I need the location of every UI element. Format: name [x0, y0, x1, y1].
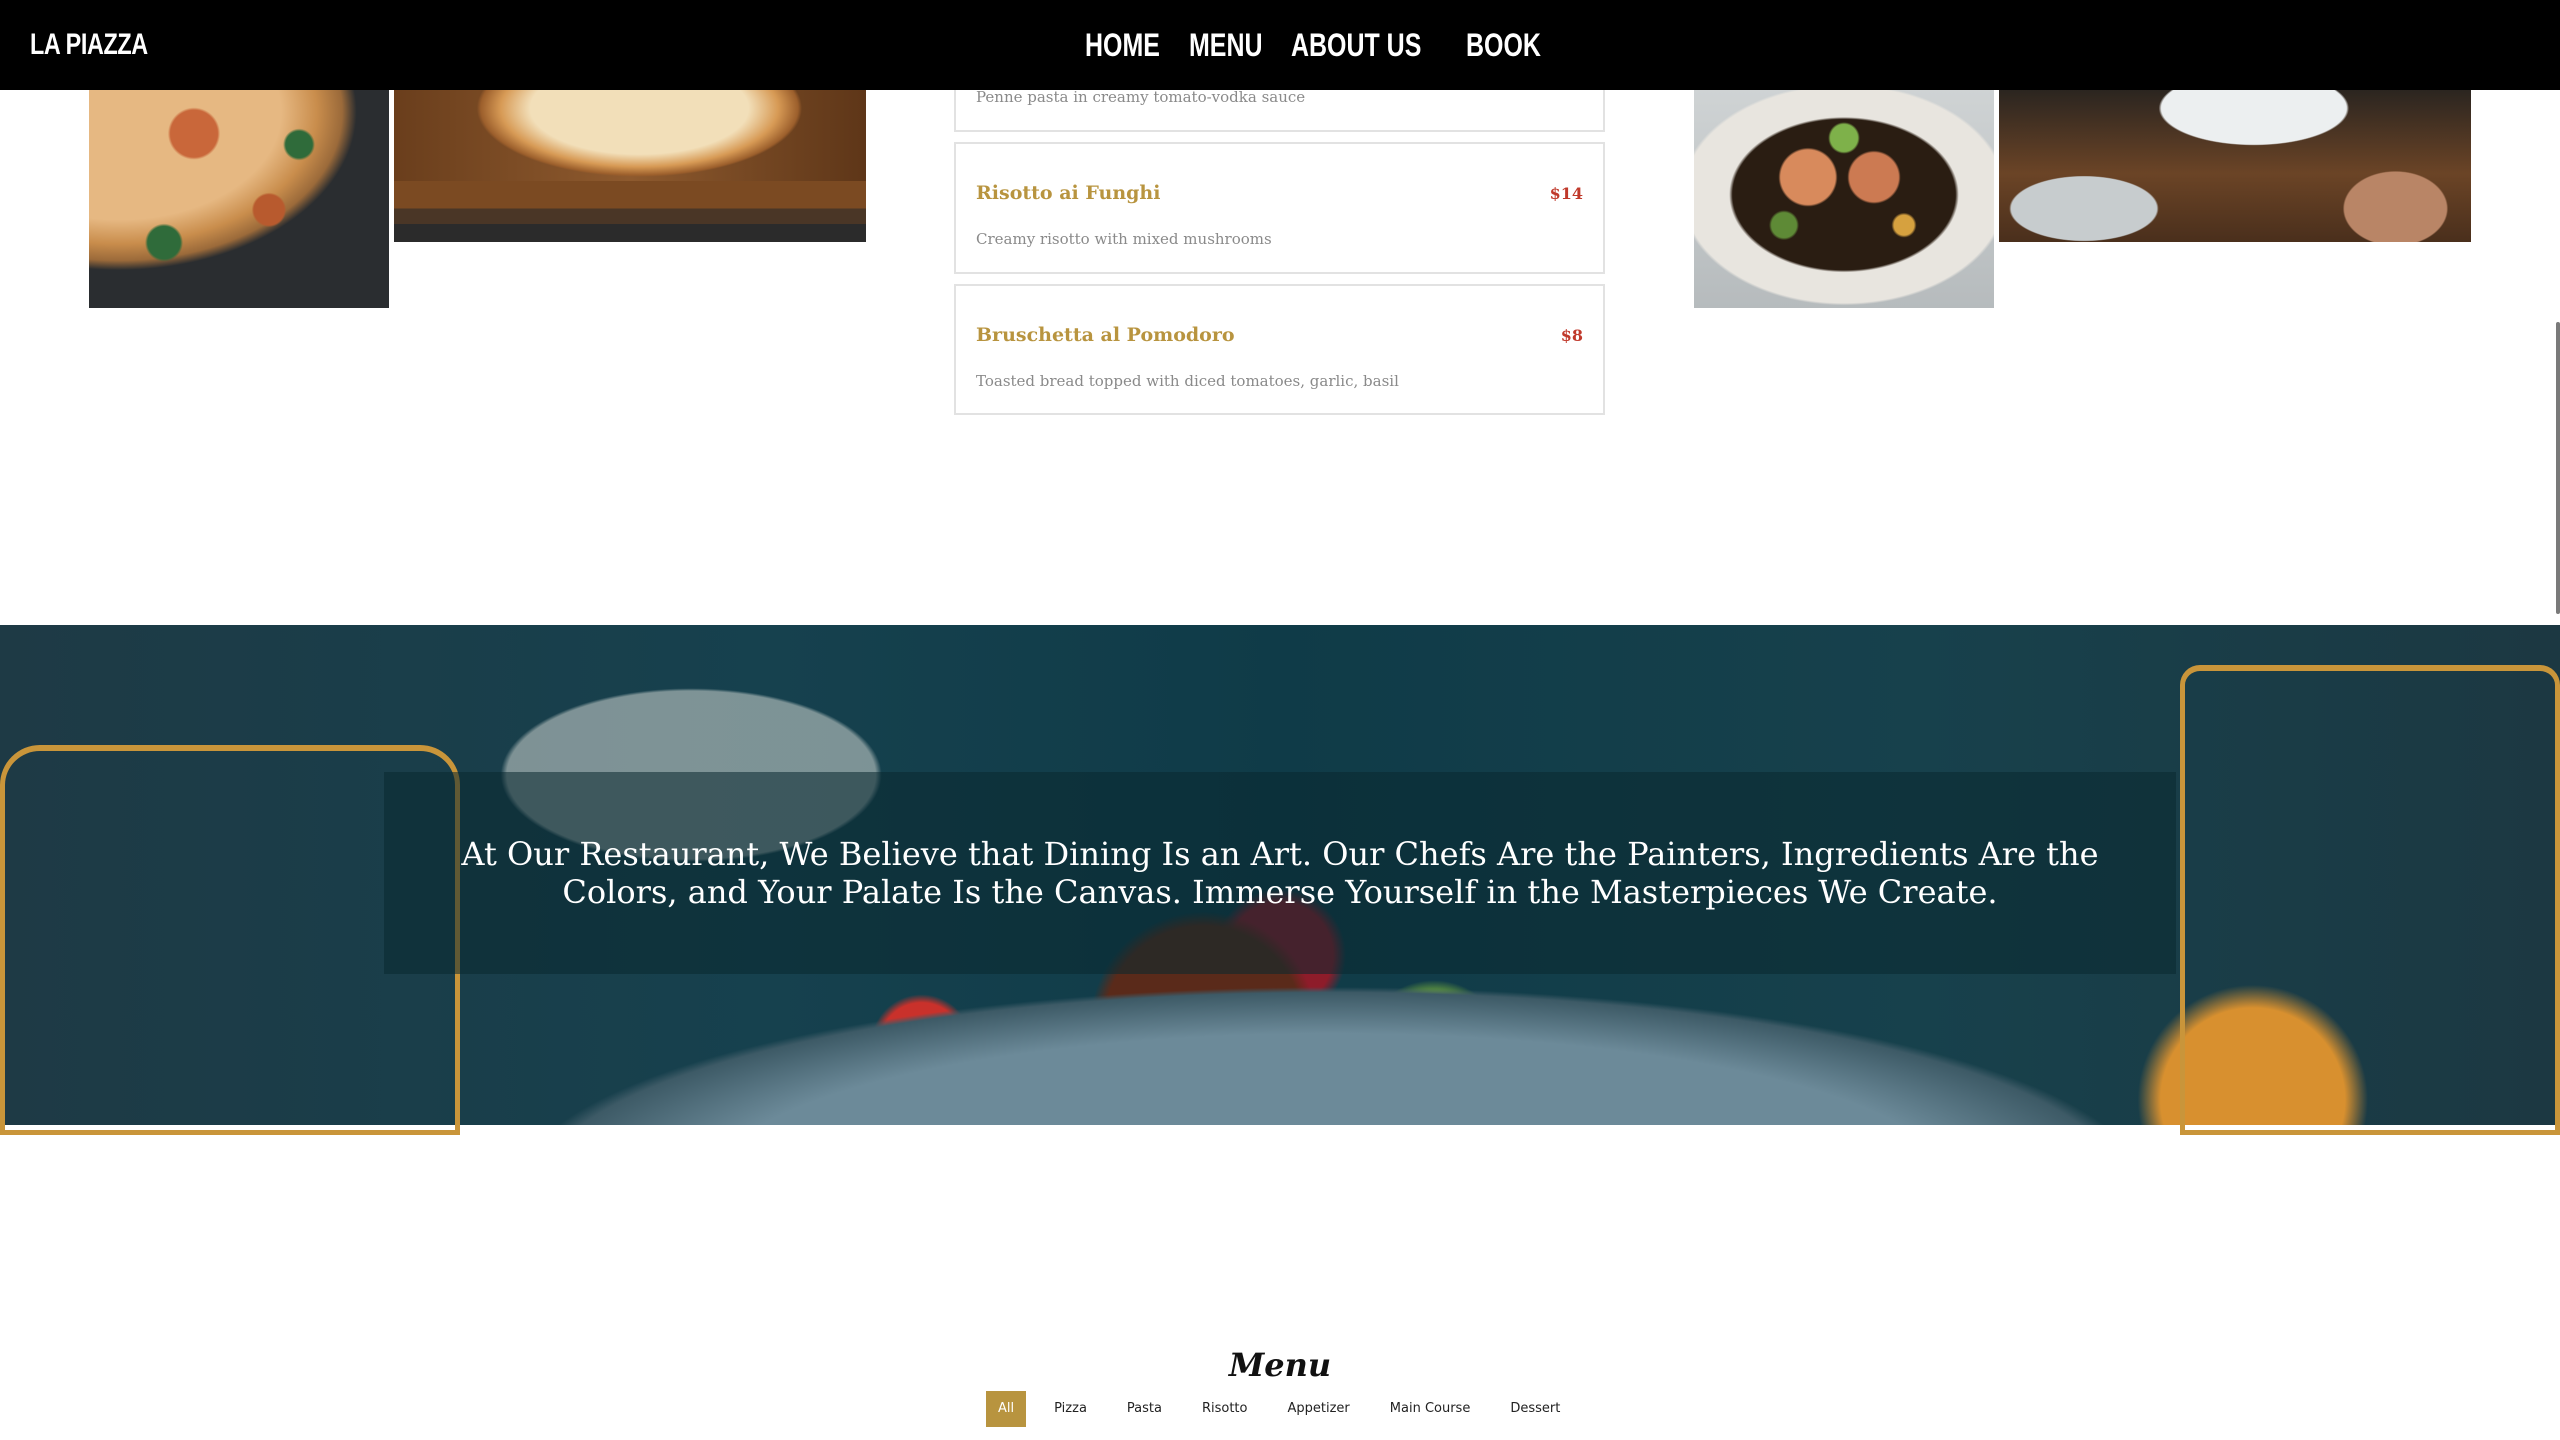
filter-dessert[interactable]: Dessert: [1498, 1391, 1572, 1427]
menu-card-bruschetta: Bruschetta al Pomodoro $8 Toasted bread …: [954, 284, 1605, 415]
menu-card-risotto: Risotto ai Funghi $14 Creamy risotto wit…: [954, 142, 1605, 274]
menu-section-title: Menu: [1228, 1346, 1332, 1384]
filter-risotto[interactable]: Risotto: [1190, 1391, 1260, 1427]
menu-filter-tabs: All Pizza Pasta Risotto Appetizer Main C…: [986, 1391, 1588, 1427]
filter-pasta[interactable]: Pasta: [1115, 1391, 1174, 1427]
top-navbar: LA PIAZZA HOME MENU ABOUT US BOOK: [0, 0, 2560, 90]
hero-quote: At Our Restaurant, We Believe that Dinin…: [461, 835, 2099, 911]
brand-logo[interactable]: LA PIAZZA: [30, 0, 148, 90]
nav-home-link[interactable]: HOME: [1085, 27, 1160, 64]
menu-card-price: $14: [1549, 184, 1583, 203]
dining-table-photo: [1999, 90, 2471, 242]
menu-card-description: Creamy risotto with mixed mushrooms: [976, 230, 1272, 248]
nav-menu-link[interactable]: MENU: [1189, 27, 1262, 64]
filter-all[interactable]: All: [986, 1391, 1027, 1427]
gold-lantern-right: [2180, 665, 2560, 1135]
pizza-photo-board: [394, 90, 866, 242]
hero-banner: At Our Restaurant, We Believe that Dinin…: [0, 625, 2560, 1135]
filter-main-course[interactable]: Main Course: [1378, 1391, 1483, 1427]
filter-appetizer[interactable]: Appetizer: [1276, 1391, 1362, 1427]
page-scrollbar-thumb[interactable]: [2556, 322, 2560, 614]
menu-card-description: Penne pasta in creamy tomato-vodka sauce: [976, 88, 1306, 106]
menu-card-price: $8: [1560, 326, 1583, 345]
salmon-dish-photo: [1694, 90, 1994, 308]
nav-about-link[interactable]: ABOUT US: [1291, 27, 1421, 64]
menu-card-name: Bruschetta al Pomodoro: [976, 324, 1235, 346]
nav-links: HOME MENU ABOUT US BOOK: [1085, 0, 1541, 90]
pizza-photo-closeup: [89, 90, 389, 308]
filter-pizza[interactable]: Pizza: [1042, 1391, 1099, 1427]
page: LA PIAZZA HOME MENU ABOUT US BOOK Penne …: [0, 0, 2560, 1440]
menu-card-name: Risotto ai Funghi: [976, 182, 1161, 204]
menu-card-description: Toasted bread topped with diced tomatoes…: [976, 372, 1399, 390]
hero-quote-box: At Our Restaurant, We Believe that Dinin…: [384, 772, 2176, 974]
nav-book-link[interactable]: BOOK: [1466, 27, 1541, 64]
